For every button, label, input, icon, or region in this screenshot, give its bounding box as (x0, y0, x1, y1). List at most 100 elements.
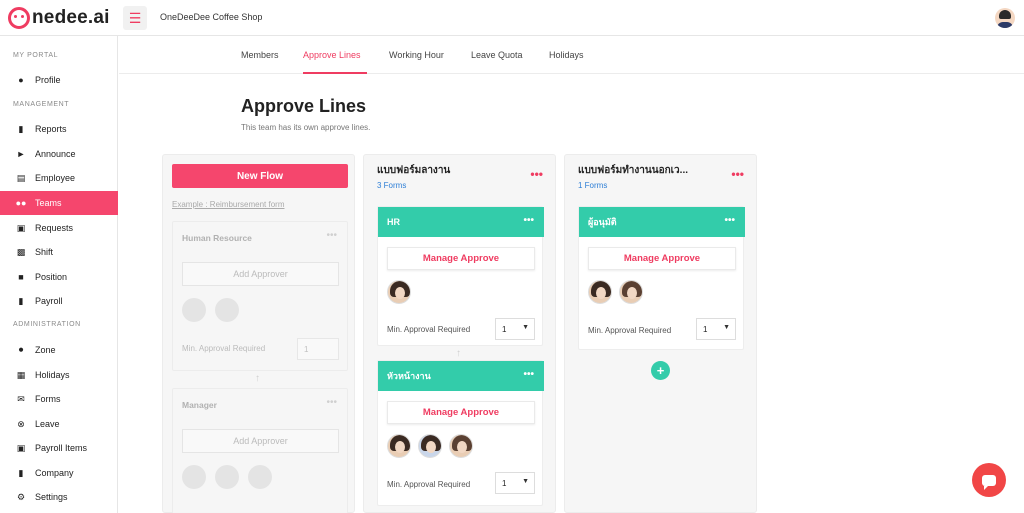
more-icon: ••• (326, 397, 337, 408)
logo-mark-icon (8, 7, 30, 29)
sidebar-item-label: Announce (35, 149, 76, 159)
step-title: HR (387, 217, 400, 227)
menu-toggle-button[interactable]: ☰ (123, 6, 147, 30)
user-circle-icon: ● (18, 75, 24, 85)
approver-avatar (588, 280, 612, 304)
chat-button[interactable] (972, 463, 1006, 497)
sidebar-item-zone[interactable]: ⚫ Zone (0, 338, 118, 362)
sidebar-item-label: Shift (35, 247, 54, 257)
sidebar-item-employee[interactable]: ▤ Employee (0, 166, 118, 190)
sidebar-item-requests[interactable]: ▣ Requests (0, 216, 118, 240)
sidebar-item-label: Profile (35, 75, 61, 85)
flow-column-overtime-form: แบบฟอร์มทำงานนอกเว... 1 Forms ••• ผู้อนุ… (564, 154, 757, 513)
main-content: Members Approve Lines Working Hour Leave… (119, 36, 1024, 513)
sidebar-item-label: Zone (35, 345, 56, 355)
approver-placeholder (215, 465, 239, 489)
step-header: หัวหน้างาน ••• (378, 361, 544, 391)
more-icon[interactable]: ••• (530, 167, 543, 181)
min-approval-select[interactable]: 1 ▼ (495, 318, 535, 340)
add-approver-button[interactable]: Add Approver (182, 262, 339, 286)
sidebar-item-position[interactable]: ■ Position (0, 265, 118, 289)
approver-placeholder (248, 465, 272, 489)
sidebar-item-announce[interactable]: ► Announce (0, 142, 118, 166)
approver-placeholder (215, 298, 239, 322)
users-icon: ●● (15, 198, 27, 208)
flow-column-leave-form: แบบฟอร์มลางาน 3 Forms ••• HR ••• Manage A… (363, 154, 556, 513)
flow-forms-count[interactable]: 1 Forms (578, 181, 607, 190)
sidebar-item-forms[interactable]: ✉ Forms (0, 387, 118, 411)
sidebar-item-profile[interactable]: ● Profile (0, 68, 118, 92)
flow-forms-count[interactable]: 3 Forms (377, 181, 406, 190)
more-icon[interactable]: ••• (724, 215, 735, 226)
sidebar-item-payroll-items[interactable]: ▣ Payroll Items (0, 436, 118, 460)
sidebar-item-settings[interactable]: ⚙ Settings (0, 485, 118, 509)
manage-approve-button[interactable]: Manage Approve (588, 247, 736, 270)
manage-approve-button[interactable]: Manage Approve (387, 401, 535, 424)
sidebar-item-reports[interactable]: ▮ Reports (0, 117, 118, 141)
more-icon[interactable]: ••• (523, 215, 534, 226)
flow-title: แบบฟอร์มลางาน (377, 165, 451, 176)
hamburger-icon: ☰ (128, 9, 142, 26)
document-icon: ▮ (18, 123, 24, 134)
wallet-icon: ▣ (16, 442, 26, 453)
arrow-up-icon: ↑ (456, 348, 461, 359)
section-administration: ADMINISTRATION (13, 321, 81, 328)
page-title: Approve Lines (241, 96, 367, 116)
sidebar-item-label: Company (35, 468, 74, 478)
add-approver-button[interactable]: Add Approver (182, 429, 339, 453)
sidebar-item-teams[interactable]: ●● Teams (0, 191, 118, 215)
approver-avatar (449, 434, 473, 458)
ghost-step-title: Human Resource (182, 233, 252, 243)
sidebar-item-payroll[interactable]: ▮ Payroll (0, 289, 118, 313)
min-approval-value: 1 (703, 325, 708, 334)
ghost-step-manager: Manager ••• Add Approver (172, 388, 348, 513)
chat-icon (982, 474, 996, 490)
min-approval-label: Min. Approval Required (387, 480, 471, 489)
sidebar-item-label: Requests (35, 223, 74, 233)
tab-working-hour[interactable]: Working Hour (389, 50, 444, 60)
min-approval-select[interactable]: 1 (297, 338, 339, 360)
sidebar-item-label: Leave (35, 419, 60, 429)
tab-approve-lines[interactable]: Approve Lines (303, 50, 361, 60)
logo[interactable]: nedee.ai (8, 6, 110, 30)
more-icon[interactable]: ••• (523, 369, 534, 380)
step-header: HR ••• (378, 207, 544, 237)
sidebar-item-label: Settings (35, 492, 68, 502)
sidebar-item-label: Position (35, 272, 68, 282)
user-avatar[interactable] (995, 8, 1015, 28)
tab-members[interactable]: Members (241, 50, 279, 60)
sidebar-item-holidays[interactable]: ▦ Holidays (0, 363, 118, 387)
min-approval-value: 1 (502, 325, 507, 334)
id-card-icon: ▤ (16, 172, 26, 183)
calendar-icon: ▦ (16, 369, 26, 380)
new-flow-column: New Flow Example : Reimbursement form Hu… (162, 154, 355, 513)
sidebar-item-label: Holidays (35, 370, 70, 380)
approver-avatar (387, 434, 411, 458)
logo-text: nedee.ai (32, 7, 110, 28)
flow-title: แบบฟอร์มทำงานนอกเว... (578, 165, 688, 176)
sidebar-item-label: Payroll Items (35, 443, 88, 453)
chevron-down-icon: ▼ (522, 478, 529, 485)
file-dollar-icon: ▮ (18, 295, 24, 306)
step-card-supervisor: หัวหน้างาน ••• Manage Approve Min. Approv… (377, 360, 544, 506)
more-icon[interactable]: ••• (731, 167, 744, 181)
chevron-down-icon: ▼ (723, 324, 730, 331)
more-icon: ••• (326, 230, 337, 241)
step-title: หัวหน้างาน (387, 371, 431, 381)
tab-holidays[interactable]: Holidays (549, 50, 584, 60)
add-step-button[interactable]: + (651, 361, 670, 380)
app-window: nedee.ai ☰ OneDeeDee Coffee Shop MY PORT… (0, 0, 1024, 513)
truck-icon: ▩ (16, 246, 26, 257)
new-flow-button[interactable]: New Flow (172, 164, 348, 188)
pin-icon: ⚫ (17, 344, 25, 355)
envelope-icon: ✉ (17, 393, 25, 404)
manage-approve-button[interactable]: Manage Approve (387, 247, 535, 270)
sidebar-item-shift[interactable]: ▩ Shift (0, 240, 118, 264)
min-approval-select[interactable]: 1 ▼ (696, 318, 736, 340)
min-approval-select[interactable]: 1 ▼ (495, 472, 535, 494)
sidebar-item-leave[interactable]: ⊗ Leave (0, 412, 118, 436)
ghost-step-human-resource: Human Resource ••• Add Approver Min. App… (172, 221, 348, 371)
tab-leave-quota[interactable]: Leave Quota (471, 50, 523, 60)
sidebar-item-company[interactable]: ▮ Company (0, 461, 118, 485)
chevron-down-icon: ▼ (522, 324, 529, 331)
